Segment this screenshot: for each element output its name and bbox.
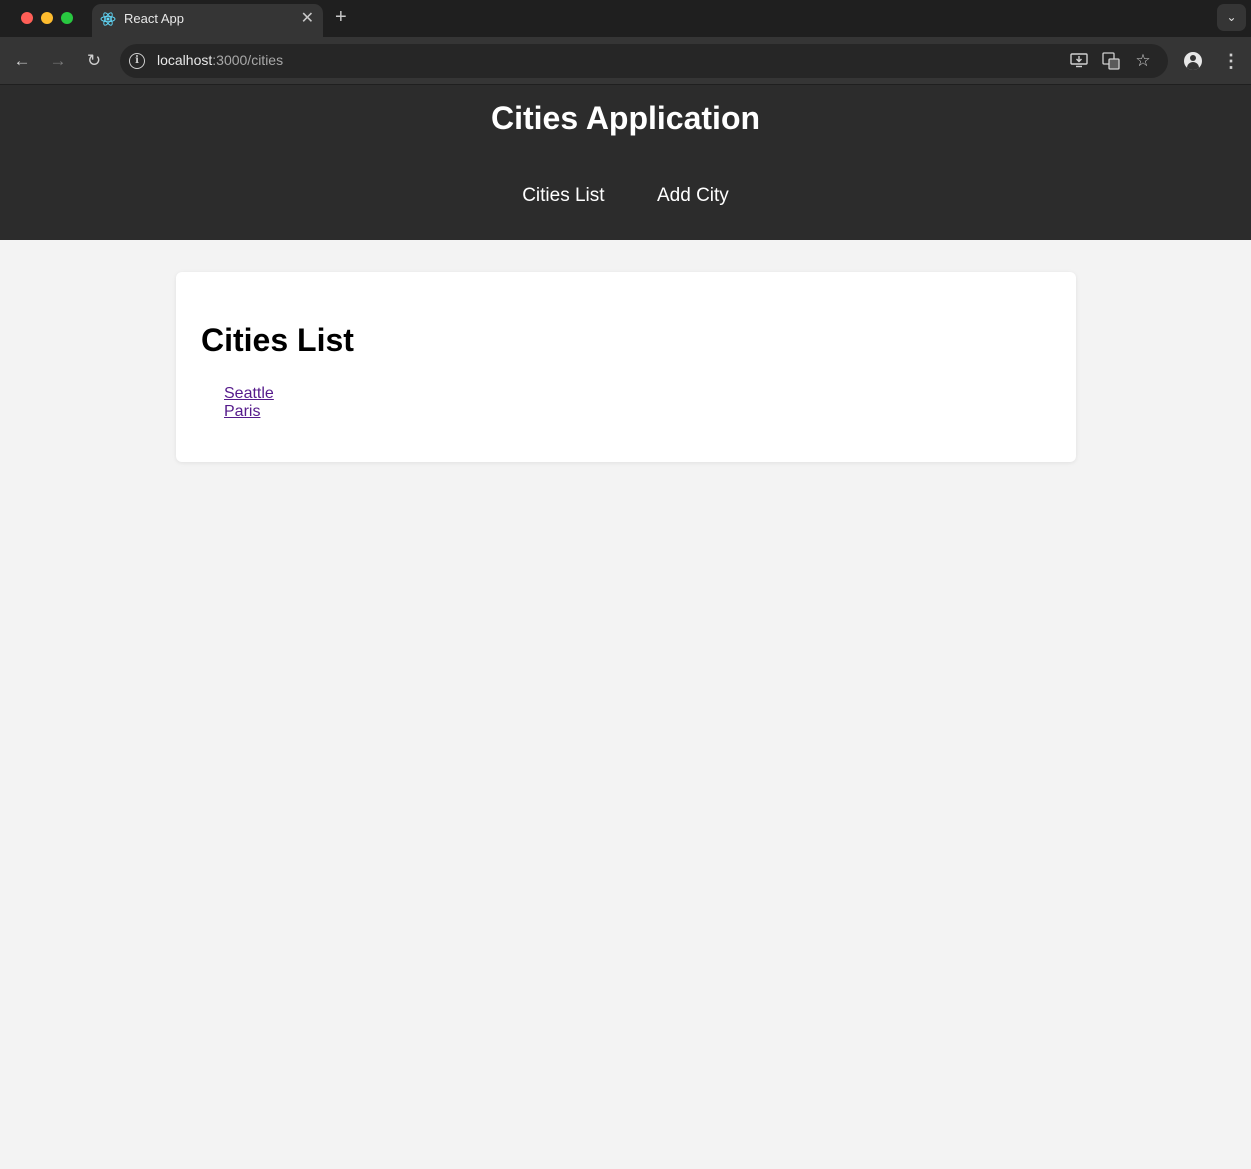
maximize-window-button[interactable] [61,12,73,24]
tab-search-button[interactable]: ⌄ [1217,4,1246,31]
install-icon[interactable] [1069,52,1089,70]
url-path: :3000/cities [212,52,284,68]
star-icon[interactable]: ☆ [1133,52,1153,70]
browser-tab[interactable]: React App ✕ [92,4,323,37]
profile-icon[interactable] [1184,52,1202,70]
info-icon[interactable]: i [129,53,145,69]
browser-toolbar: ← → ↻ i localhost:3000/cities ☆ ⋮ [0,37,1251,85]
translate-icon[interactable] [1101,52,1121,70]
list-item: Seattle [224,385,274,403]
react-logo-icon [100,12,116,26]
url-text[interactable]: localhost:3000/cities [157,52,283,68]
list-item: Paris [224,403,274,421]
city-link-seattle[interactable]: Seattle [224,385,274,402]
url-host: localhost [157,52,213,68]
app-nav: Cities List Add City [0,185,1251,207]
app-header: Cities Application Cities List Add City [0,85,1251,240]
app-title: Cities Application [490,100,761,136]
new-tab-button[interactable]: + [335,7,347,27]
close-window-button[interactable] [21,12,33,24]
nav-link-add-city[interactable]: Add City [657,185,729,207]
city-list: Seattle Paris [224,385,274,421]
tab-title: React App [124,11,184,26]
nav-link-cities-list[interactable]: Cities List [522,185,604,207]
reload-icon[interactable]: ↻ [82,49,106,73]
back-icon[interactable]: ← [10,49,34,73]
menu-icon[interactable]: ⋮ [1222,49,1240,73]
minimize-window-button[interactable] [41,12,53,24]
close-tab-icon[interactable]: ✕ [301,10,314,28]
city-link-paris[interactable]: Paris [224,403,260,420]
cities-card: Cities List Seattle Paris [176,272,1076,462]
address-bar[interactable]: i localhost:3000/cities ☆ [120,44,1168,78]
forward-icon[interactable]: → [46,49,70,73]
page-title: Cities List [201,322,354,358]
browser-tab-bar: React App ✕ + ⌄ [0,0,1251,37]
